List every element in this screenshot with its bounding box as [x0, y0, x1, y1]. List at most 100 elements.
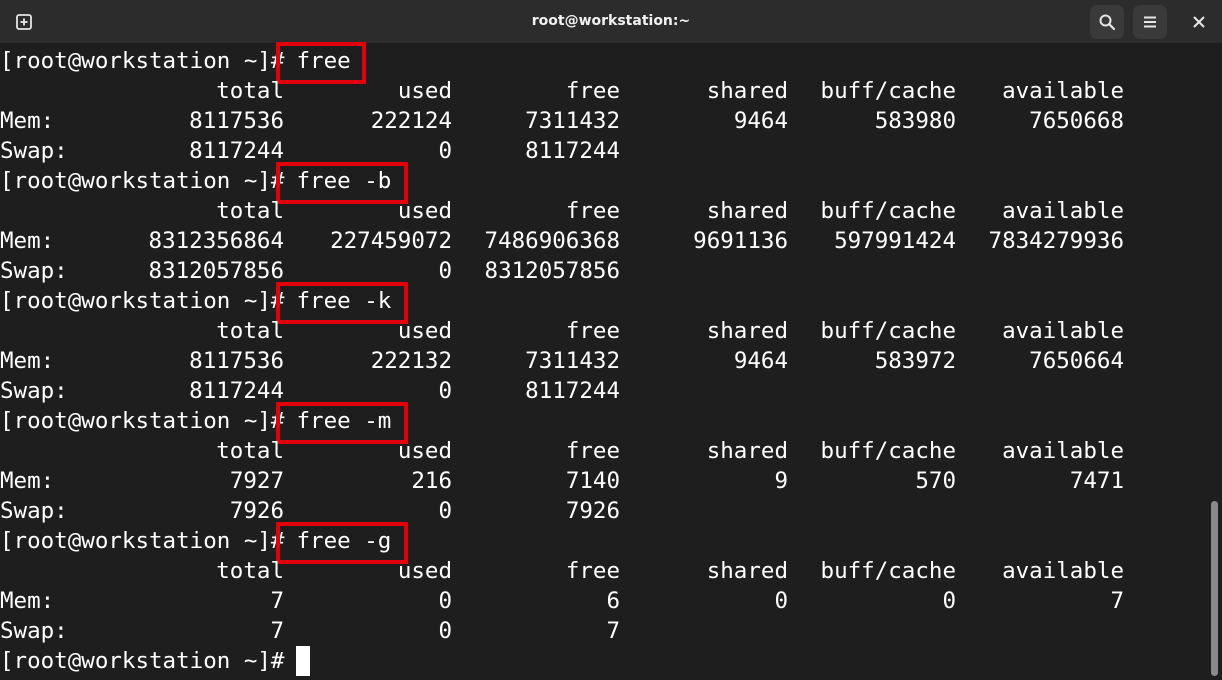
table-cell: 8117244 — [189, 378, 284, 404]
table-header-row: total used free shared buff/cache available — [0, 436, 1208, 466]
table-cell: 0 — [438, 378, 452, 404]
column-header: available — [1002, 78, 1124, 104]
column-header: buff/cache — [820, 78, 956, 104]
prompt-line: [root@workstation ~]# — [0, 646, 1208, 676]
search-button[interactable] — [1090, 5, 1124, 39]
table-cell: 8117536 — [189, 348, 284, 374]
prompt-line: [root@workstation ~]# free -b — [0, 162, 1208, 204]
table-cell: 0 — [438, 588, 452, 614]
header-spacer — [0, 556, 120, 586]
command-label: free — [296, 48, 351, 74]
table-cell: 597991424 — [834, 228, 956, 254]
row-label: Mem: — [0, 108, 55, 134]
scrollbar[interactable] — [1208, 44, 1222, 680]
header-spacer — [0, 196, 120, 226]
column-header: used — [397, 558, 452, 584]
mem-row: Mem: 8117536 222132 7311432 9464 583972 765066… — [0, 346, 1208, 376]
table-cell: 7 — [606, 618, 620, 644]
column-header: used — [397, 78, 452, 104]
row-label: Swap: — [0, 258, 68, 284]
text-cursor — [296, 646, 311, 676]
column-header: shared — [706, 438, 788, 464]
table-cell: 6 — [606, 588, 620, 614]
column-header: used — [397, 438, 452, 464]
table-cell: 0 — [438, 258, 452, 284]
table-header-row: total used free shared buff/cache available — [0, 196, 1208, 226]
table-cell: 222124 — [370, 108, 452, 134]
column-header: buff/cache — [820, 198, 956, 224]
table-cell: 7926 — [229, 498, 284, 524]
menu-button[interactable] — [1133, 5, 1167, 39]
table-cell: 7 — [270, 618, 284, 644]
prompt-line: [root@workstation ~]# free -g — [0, 522, 1208, 564]
swap-row: Swap: 7926 0 7926 — [0, 496, 1208, 526]
column-header: free — [565, 438, 620, 464]
table-header-row: total used free shared buff/cache available — [0, 556, 1208, 586]
column-header: buff/cache — [820, 558, 956, 584]
table-cell: 7650664 — [1029, 348, 1124, 374]
swap-row: Swap: 8117244 0 8117244 — [0, 136, 1208, 166]
column-header: used — [397, 198, 452, 224]
table-cell: 7834279936 — [988, 228, 1124, 254]
command-text: free -m — [276, 402, 409, 444]
row-label: Swap: — [0, 498, 68, 524]
shell-prompt: [root@workstation ~]# — [0, 408, 285, 434]
table-cell: 7471 — [1069, 468, 1124, 494]
table-cell: 7 — [270, 588, 284, 614]
column-header: available — [1002, 318, 1124, 344]
mem-row: Mem: 7 0 6 0 0 7 — [0, 586, 1208, 616]
prompt-line: [root@workstation ~]# free — [0, 42, 1208, 84]
swap-row: Swap: 8312057856 0 8312057856 — [0, 256, 1208, 286]
column-header: shared — [706, 198, 788, 224]
table-cell: 7311432 — [525, 348, 620, 374]
swap-row: Swap: 8117244 0 8117244 — [0, 376, 1208, 406]
table-cell: 8312057856 — [484, 258, 620, 284]
table-cell: 7140 — [565, 468, 620, 494]
hamburger-menu-icon — [1144, 16, 1156, 28]
table-cell: 0 — [942, 588, 956, 614]
column-header: used — [397, 318, 452, 344]
command-text: free -k — [276, 282, 409, 324]
column-header: buff/cache — [820, 318, 956, 344]
terminal-output[interactable]: [root@workstation ~]# free total used free sh… — [0, 42, 1208, 680]
row-label: Mem: — [0, 348, 55, 374]
close-icon — [1193, 16, 1205, 28]
column-header: free — [565, 198, 620, 224]
shell-prompt: [root@workstation ~]# — [0, 48, 285, 74]
row-label: Swap: — [0, 618, 68, 644]
table-cell: 8117244 — [525, 138, 620, 164]
title-bar: root@workstation:~ — [0, 0, 1222, 44]
table-cell: 7 — [1110, 588, 1124, 614]
shell-prompt: [root@workstation ~]# — [0, 288, 285, 314]
column-header: free — [565, 558, 620, 584]
column-header: shared — [706, 558, 788, 584]
column-header: shared — [706, 78, 788, 104]
header-spacer — [0, 436, 120, 466]
column-header: available — [1002, 438, 1124, 464]
table-cell: 227459072 — [330, 228, 452, 254]
table-cell: 8117244 — [189, 138, 284, 164]
close-button[interactable] — [1182, 5, 1216, 39]
table-header-row: total used free shared buff/cache available — [0, 316, 1208, 346]
column-header: free — [565, 78, 620, 104]
table-cell: 7311432 — [525, 108, 620, 134]
search-icon — [1099, 14, 1116, 31]
command-text: free -b — [276, 162, 409, 204]
shell-prompt: [root@workstation ~]# — [0, 528, 285, 554]
table-cell: 583980 — [874, 108, 956, 134]
column-header: available — [1002, 198, 1124, 224]
table-cell: 7927 — [229, 468, 284, 494]
table-cell: 9691136 — [693, 228, 788, 254]
row-label: Swap: — [0, 378, 68, 404]
table-cell: 9464 — [733, 108, 788, 134]
table-cell: 9 — [774, 468, 788, 494]
table-cell: 8117244 — [525, 378, 620, 404]
command-label: free -m — [296, 408, 392, 434]
table-cell: 570 — [915, 468, 956, 494]
table-cell: 7650668 — [1029, 108, 1124, 134]
row-label: Mem: — [0, 468, 55, 494]
command-text: free — [276, 42, 367, 84]
scrollbar-thumb[interactable] — [1211, 501, 1218, 676]
column-header: available — [1002, 558, 1124, 584]
shell-prompt: [root@workstation ~]# — [0, 168, 285, 194]
